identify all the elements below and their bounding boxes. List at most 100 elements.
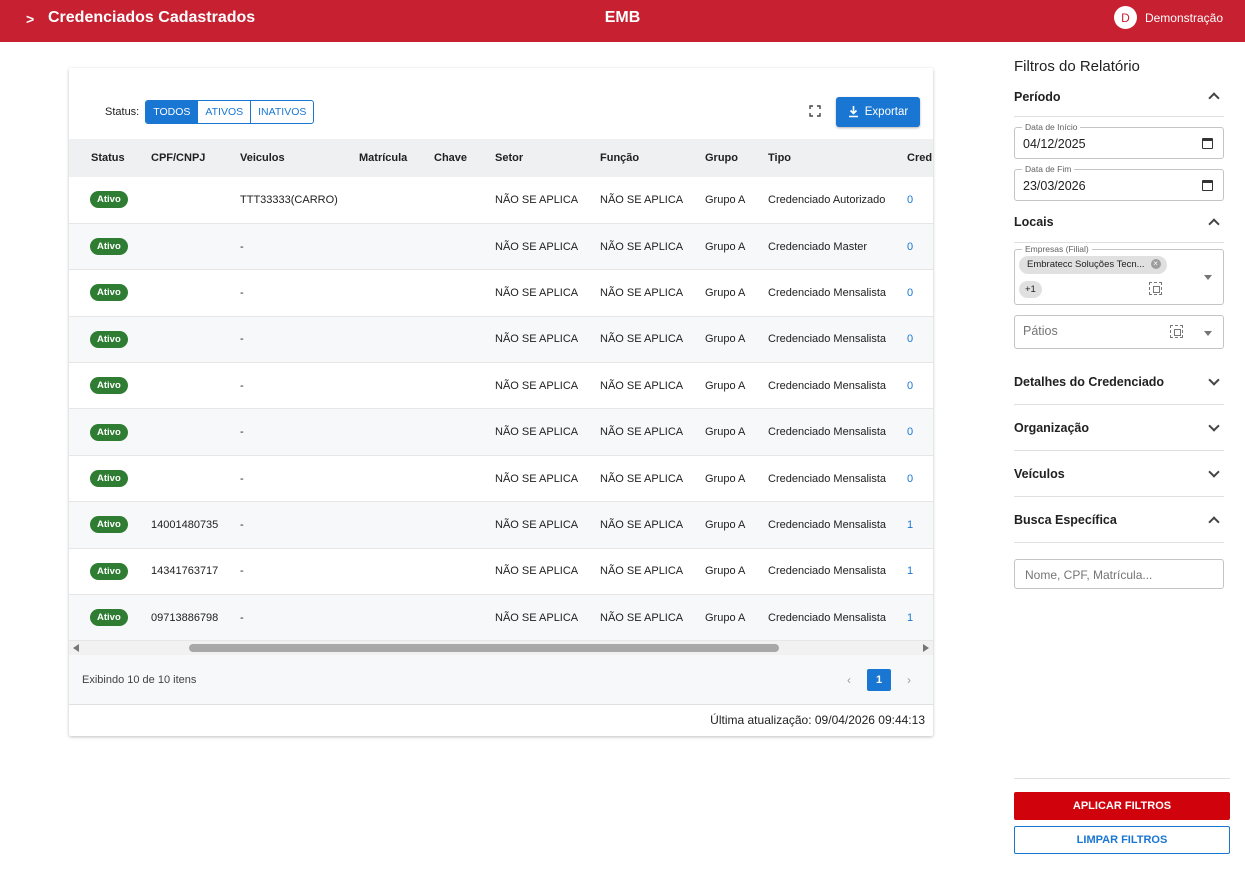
- apply-filters-button[interactable]: APLICAR FILTROS: [1014, 792, 1230, 820]
- credenciados-table: Status CPF/CNPJ Veiculos Matrícula Chave…: [69, 139, 933, 709]
- cell-1: 14341763717: [151, 565, 219, 578]
- table-row[interactable]: Ativo 14341763717 - NÃO SE APLICA NÃO SE APL…: [69, 548, 933, 595]
- cell-5: NÃO SE APLICA: [495, 472, 579, 485]
- cell-7: Grupo A: [705, 611, 746, 624]
- cell-8: Credenciado Master: [768, 240, 868, 253]
- cell-1: [151, 177, 240, 223]
- horizontal-scrollbar[interactable]: [69, 641, 933, 655]
- pagination: ‹ 1 ›: [847, 669, 911, 691]
- status-toggle-group: TODOS ATIVOS INATIVOS: [145, 100, 315, 124]
- cell-9: 0: [907, 240, 914, 253]
- select-all-icon[interactable]: [1170, 325, 1183, 338]
- chevron-up-icon: [1208, 217, 1220, 230]
- col-grupo[interactable]: Grupo: [705, 139, 768, 177]
- table-row[interactable]: Ativo - NÃO SE APLICA NÃO SE APLICA Grupo A C…: [69, 408, 933, 456]
- cell-3: [359, 177, 434, 223]
- cell-6: NÃO SE APLICA: [600, 379, 684, 392]
- chevron-down-icon: [1208, 373, 1220, 386]
- cell-7: Grupo A: [705, 193, 746, 206]
- section-organizacao[interactable]: Organização: [1014, 405, 1224, 451]
- cell-3: [359, 316, 434, 362]
- fullscreen-icon[interactable]: [809, 105, 821, 117]
- end-date-field[interactable]: Data de Fim 23/03/2026: [1014, 164, 1224, 201]
- status-todos-button[interactable]: TODOS: [146, 101, 198, 123]
- cell-4: [434, 223, 495, 269]
- col-matricula[interactable]: Matrícula: [359, 139, 434, 177]
- table-row[interactable]: Ativo 14001480735 - NÃO SE APLICA NÃO SE APL…: [69, 501, 933, 549]
- status-ativos-button[interactable]: ATIVOS: [197, 101, 250, 123]
- cell-5: NÃO SE APLICA: [495, 240, 579, 253]
- table-row[interactable]: Ativo - NÃO SE APLICA NÃO SE APLICA Grupo A C…: [69, 363, 933, 409]
- scroll-right-icon[interactable]: [923, 644, 929, 652]
- cell-8: Credenciado Mensalista: [768, 472, 887, 485]
- cell-1: [151, 270, 240, 316]
- clear-filters-button[interactable]: LIMPAR FILTROS: [1014, 826, 1230, 854]
- table-row[interactable]: Ativo TTT33333(CARRO) NÃO SE APLICA NÃO SE …: [69, 177, 933, 224]
- last-updated: Última atualização: 09/04/2026 09:44:13: [710, 713, 925, 727]
- section-periodo-label: Período: [1014, 90, 1061, 104]
- patios-select[interactable]: Pátios: [1014, 315, 1224, 349]
- section-veiculos[interactable]: Veículos: [1014, 451, 1224, 497]
- search-input[interactable]: Nome, CPF, Matrícula...: [1014, 559, 1224, 589]
- col-funcao[interactable]: Função: [600, 139, 705, 177]
- cell-status: Ativo: [69, 595, 151, 641]
- cell-2: -: [240, 565, 244, 578]
- deselect-all-icon[interactable]: [1149, 282, 1162, 295]
- cell-3: [359, 363, 434, 409]
- export-button[interactable]: Exportar: [836, 97, 920, 127]
- next-page-icon[interactable]: ›: [907, 673, 911, 687]
- section-busca[interactable]: Busca Específica: [1014, 497, 1224, 543]
- cell-7: Grupo A: [705, 379, 746, 392]
- empresas-label: Empresas (Filial): [1022, 244, 1092, 254]
- more-chip[interactable]: +1: [1019, 281, 1042, 298]
- cell-5: NÃO SE APLICA: [495, 565, 579, 578]
- cell-1: [151, 455, 240, 501]
- cell-1: [151, 316, 240, 362]
- page-button-1[interactable]: 1: [867, 669, 891, 691]
- cell-3: [359, 223, 434, 269]
- col-setor[interactable]: Setor: [495, 139, 600, 177]
- scroll-thumb[interactable]: [189, 644, 779, 652]
- table-row[interactable]: Ativo - NÃO SE APLICA NÃO SE APLICA Grupo A C…: [69, 455, 933, 502]
- dropdown-arrow-icon[interactable]: [1204, 275, 1212, 280]
- col-chave[interactable]: Chave: [434, 139, 495, 177]
- empresas-select[interactable]: Empresas (Filial) Embratecc Soluções Tec…: [1014, 244, 1224, 305]
- empresa-chip[interactable]: Embratecc Soluções Tecn... ×: [1019, 256, 1167, 274]
- start-date-field[interactable]: Data de Início 04/12/2025: [1014, 122, 1224, 159]
- user-menu[interactable]: D Demonstração: [1113, 6, 1223, 29]
- col-cred[interactable]: Cred: [907, 139, 933, 177]
- table-header: Status CPF/CNPJ Veiculos Matrícula Chave…: [69, 139, 933, 177]
- cell-7: Grupo A: [705, 426, 746, 439]
- col-tipo[interactable]: Tipo: [768, 139, 907, 177]
- status-inativos-button[interactable]: INATIVOS: [250, 101, 313, 123]
- cell-status: Ativo: [69, 455, 151, 501]
- export-label: Exportar: [864, 106, 909, 118]
- cell-7: Grupo A: [705, 240, 746, 253]
- start-date-label: Data de Início: [1022, 122, 1081, 132]
- table-row[interactable]: Ativo - NÃO SE APLICA NÃO SE APLICA Grupo A C…: [69, 270, 933, 317]
- section-detalhes[interactable]: Detalhes do Credenciado: [1014, 359, 1224, 405]
- cell-status: Ativo: [69, 548, 151, 594]
- calendar-icon[interactable]: [1202, 180, 1213, 191]
- calendar-icon[interactable]: [1202, 138, 1213, 149]
- section-locais[interactable]: Locais: [1014, 201, 1224, 243]
- table-row[interactable]: Ativo 09713886798 - NÃO SE APLICA NÃO SE APL…: [69, 594, 933, 641]
- col-veiculos[interactable]: Veiculos: [240, 139, 359, 177]
- prev-page-icon[interactable]: ‹: [847, 673, 851, 687]
- chip-remove-icon[interactable]: ×: [1150, 259, 1161, 269]
- col-cpf[interactable]: CPF/CNPJ: [151, 139, 240, 177]
- user-name: Demonstração: [1144, 10, 1223, 25]
- scroll-left-icon[interactable]: [73, 644, 79, 652]
- table-row[interactable]: Ativo - NÃO SE APLICA NÃO SE APLICA Grupo A C…: [69, 316, 933, 363]
- cell-2: -: [240, 240, 244, 253]
- cell-2: -: [240, 379, 244, 392]
- dropdown-arrow-icon[interactable]: [1204, 331, 1212, 336]
- table-row[interactable]: Ativo - NÃO SE APLICA NÃO SE APLICA Grupo A C…: [69, 223, 933, 270]
- expand-chevron-icon[interactable]: >: [26, 11, 34, 27]
- chevron-down-icon: [1208, 419, 1220, 432]
- cell-5: NÃO SE APLICA: [495, 333, 579, 346]
- section-periodo[interactable]: Período: [1014, 87, 1224, 117]
- col-status[interactable]: Status: [69, 139, 151, 177]
- end-date-value: 23/03/2026: [1023, 179, 1086, 193]
- cell-2: -: [240, 518, 244, 531]
